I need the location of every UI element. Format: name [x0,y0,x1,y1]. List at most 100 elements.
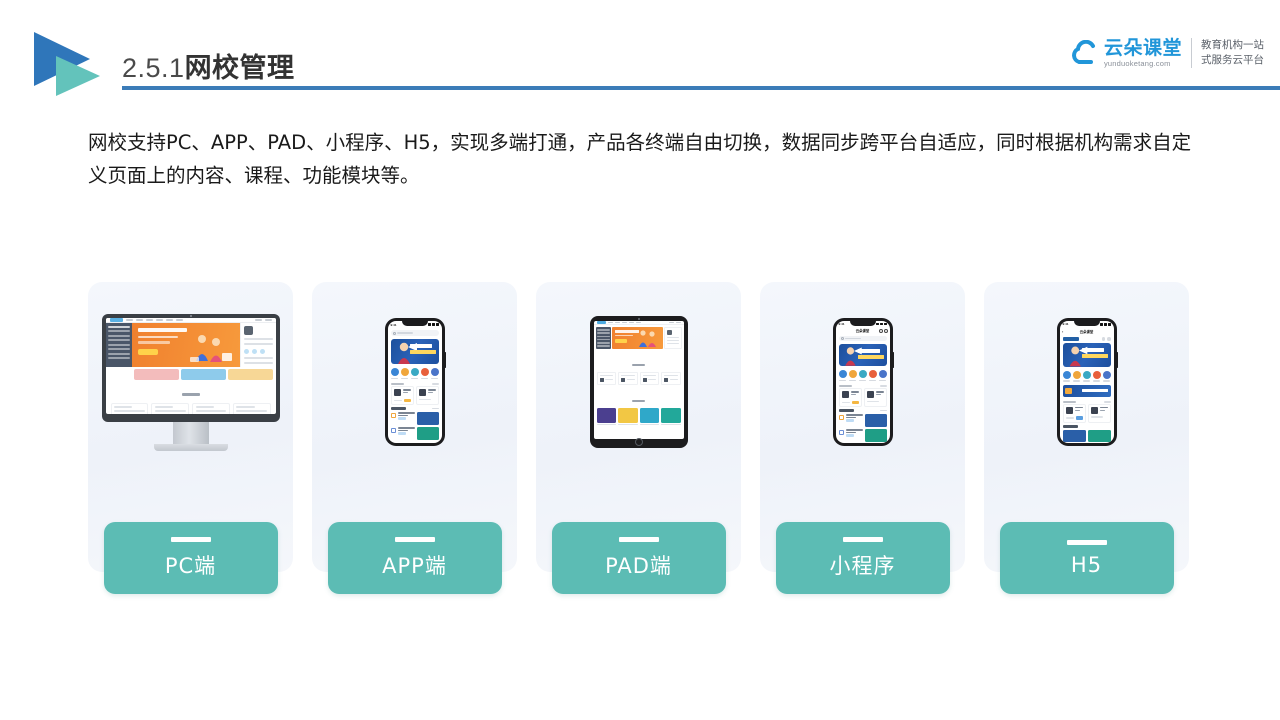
brand-logo: 云朵课堂 yunduoketang.com 教育机构一站 式服务云平台 [1071,38,1264,69]
site-logo [1062,336,1079,341]
app-icon-row [388,365,442,381]
capsule-button[interactable] [878,328,888,333]
list-item[interactable] [838,388,862,407]
miniprogram-title: 云朵课堂 [855,329,870,334]
quick-icon[interactable] [838,370,847,381]
smartphone-mock-miniprogram: 9:41 云朵课堂 [760,282,965,478]
list-item[interactable] [838,429,887,442]
list-item[interactable] [838,414,887,427]
platform-button-h5[interactable]: H5 [999,522,1174,594]
quick-icon[interactable] [430,368,439,379]
brand-divider [1191,38,1192,69]
brand-mark: 云朵课堂 yunduoketang.com [1071,39,1182,68]
list-item[interactable] [863,388,887,407]
search-icon [392,331,396,335]
smartphone-mock-h5: 9:41 ‹ 云朵课堂 [984,282,1189,478]
platform-label-pc: PC端 [164,553,217,578]
h5-browser-bar: ‹ 云朵课堂 [1060,328,1114,335]
quick-icon[interactable] [1062,370,1071,382]
phone-side-button [444,352,446,368]
platform-label-h5: H5 [1070,552,1103,577]
platform-button-pad[interactable]: PAD端 [551,522,726,594]
pc-promo-strip [106,367,276,380]
status-time: 9:41 [390,322,397,327]
section-title [594,351,684,372]
course-card[interactable] [661,407,681,426]
quick-icon[interactable] [390,368,399,379]
button-dash [1066,539,1107,545]
quick-icon[interactable] [848,370,857,381]
quick-icon[interactable] [1092,370,1101,382]
quick-icon[interactable] [858,370,867,381]
monitor-stand-neck [172,421,209,444]
page-title-number: 2.5.1 [122,53,185,83]
stat-item [661,371,681,385]
list-item[interactable] [390,427,439,440]
platform-card-miniprogram[interactable]: 9:41 云朵课堂 小程序 [760,282,965,594]
site-logo [596,321,606,324]
list-item[interactable] [390,412,439,425]
app-course-cards [388,386,442,405]
platform-button-app[interactable]: APP端 [327,522,502,594]
pc-sidebar-menu [105,322,132,367]
list-item[interactable] [1062,403,1086,423]
list-item [110,402,149,414]
platform-card-app[interactable]: 9:41 APP端 [312,282,517,594]
title-underline [122,86,1280,90]
platform-card-pad[interactable]: PAD端 [536,282,741,594]
back-arrow-icon[interactable]: ‹ [1062,329,1063,334]
search-input[interactable] [390,330,439,336]
course-card[interactable] [618,407,638,426]
brand-tagline-line1: 教育机构一站 [1201,39,1264,51]
section-title [594,427,684,439]
quick-icon[interactable] [1072,370,1081,382]
quick-icon[interactable] [1102,370,1111,382]
platform-label-app: APP端 [382,553,447,578]
stat-item [596,371,616,385]
platform-card-h5[interactable]: 9:41 ‹ 云朵课堂 H5 [984,282,1189,594]
pc-site-logo [109,317,123,322]
list-item[interactable] [390,386,414,405]
button-dash [618,536,659,542]
h5-promo-banner[interactable] [1062,384,1111,397]
avatar [243,325,253,335]
quick-icon[interactable] [868,370,877,381]
platform-card-row: PC端 9:41 APP端 PAD端 9:41 云朵课堂 小程序 9:41 ‹ … [88,282,1189,594]
list-item [192,402,230,414]
phone-side-button [1116,352,1118,368]
quick-icon[interactable] [420,368,429,379]
list-item[interactable] [415,386,439,405]
tablet-hero-banner [611,327,663,349]
banner-item[interactable] [1062,429,1086,442]
miniprogram-course-cards [836,388,890,407]
illustration-people [638,330,656,347]
search-input[interactable] [838,336,887,342]
platform-button-pc[interactable]: PC端 [103,522,278,594]
status-time: 9:41 [1062,322,1069,327]
banner-item[interactable] [1087,429,1111,442]
tablet-course-grid [594,407,684,428]
quick-icon[interactable] [878,370,887,381]
pc-section-title [106,380,276,403]
platform-card-pc[interactable]: PC端 [88,282,293,594]
course-card[interactable] [596,407,616,426]
page-title-text: 网校管理 [184,53,295,83]
header-actions[interactable] [1101,337,1111,341]
promo-badge [1064,388,1072,395]
phone-notch [849,321,876,326]
quick-icon[interactable] [400,368,409,379]
phone-notch [401,321,428,326]
course-card[interactable] [639,407,659,426]
brand-url: yunduoketang.com [1103,58,1171,68]
quick-icon[interactable] [1082,370,1091,382]
pc-side-panel [239,322,276,367]
slide-root: 2.5.1网校管理 云朵课堂 yunduoketang.com 教育机构一站 式… [0,0,1280,720]
button-dash [170,536,211,542]
list-item[interactable] [1087,403,1111,423]
quick-icon[interactable] [410,368,419,379]
platform-button-miniprogram[interactable]: 小程序 [775,522,950,594]
h5-icon-row [1060,368,1114,384]
list-item [151,402,189,414]
miniprogram-course-rows [836,413,890,443]
tablet-stat-row [594,371,684,387]
